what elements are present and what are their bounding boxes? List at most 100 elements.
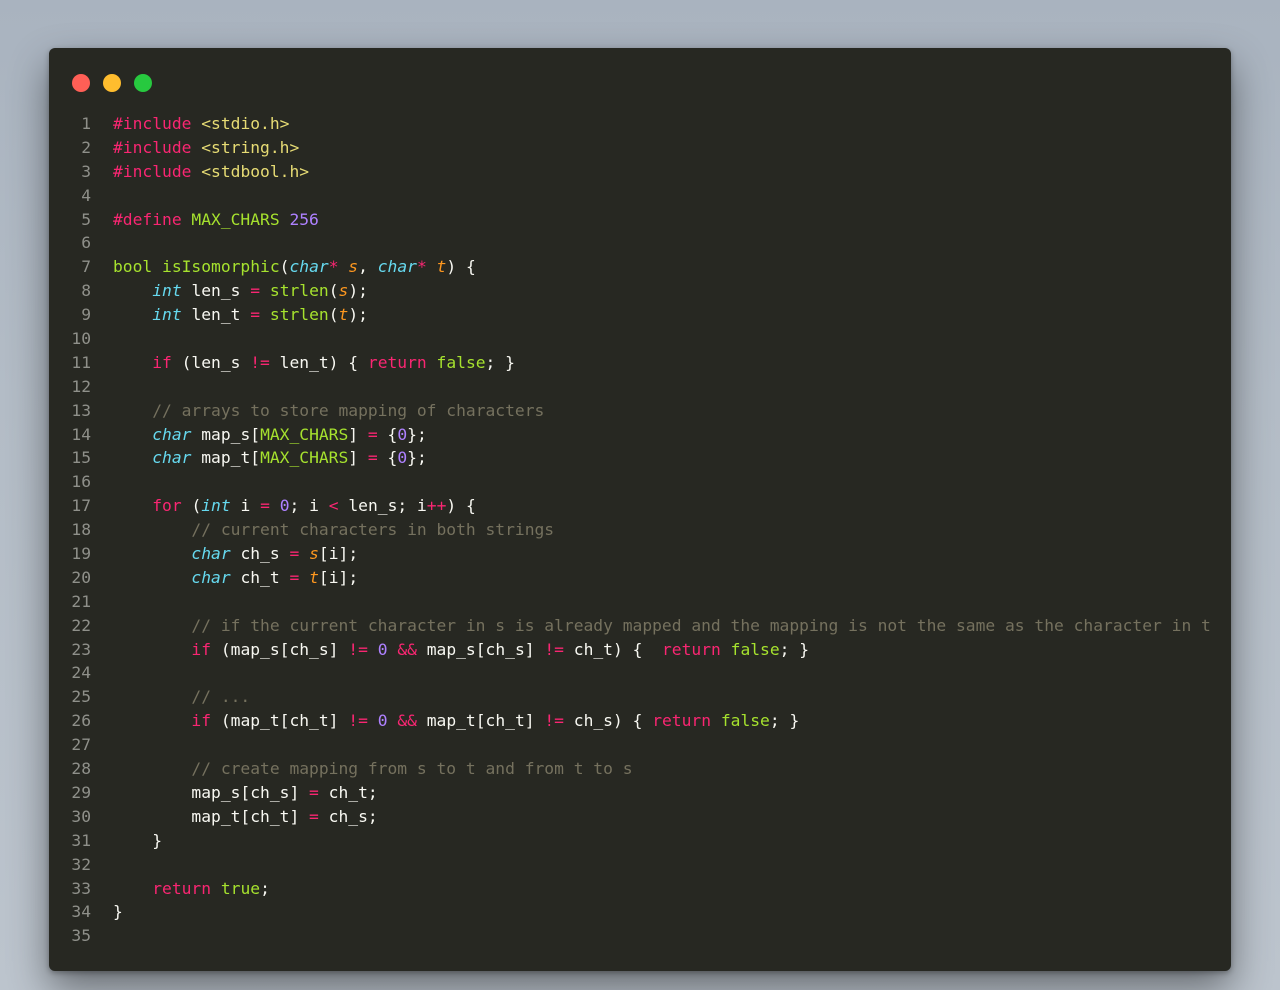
code-token: 0: [397, 424, 408, 444]
code-token: char: [191, 544, 231, 564]
code-token: ch_t) {: [563, 639, 662, 659]
line-number: 28: [71, 759, 91, 779]
code-line: 15 char map_t[MAX_CHARS] = {0};: [49, 446, 1231, 470]
code-token: ch_s;: [318, 806, 378, 826]
code-token: s: [348, 257, 359, 277]
code-editor[interactable]: 1 #include <stdio.h> 2 #include <string.h> 3…: [49, 112, 1231, 948]
line-number: 26: [71, 711, 91, 731]
code-text: // if the current character in s is alre…: [91, 614, 1210, 638]
line-number: 16: [71, 472, 91, 492]
code-token: // arrays to store mapping of characters: [152, 400, 545, 420]
code-token: t: [338, 305, 349, 325]
code-token: ; i: [289, 496, 329, 516]
code-token: ch_t;: [318, 782, 378, 802]
code-text: #include <string.h>: [91, 136, 299, 160]
code-token: bool: [113, 257, 163, 277]
code-text: return true;: [91, 877, 270, 901]
code-text: char map_s[MAX_CHARS] = {0};: [91, 423, 427, 447]
code-token: =: [250, 281, 261, 301]
code-text: #define MAX_CHARS 256: [91, 208, 319, 232]
code-token: char: [289, 257, 329, 277]
code-text: // ...: [91, 685, 250, 709]
code-text: if (len_s != len_t) { return false; }: [91, 351, 515, 375]
line-number: 9: [81, 305, 91, 325]
code-token: false: [730, 639, 780, 659]
code-token: }: [113, 902, 123, 922]
code-token: char: [191, 567, 231, 587]
line-number: 3: [81, 161, 91, 181]
code-line: 3 #include <stdbool.h>: [49, 160, 1231, 184]
code-token: <: [328, 496, 339, 516]
code-line: 16: [49, 470, 1231, 494]
code-line: 31 }: [49, 829, 1231, 853]
code-line: 14 char map_s[MAX_CHARS] = {0};: [49, 423, 1231, 447]
line-number: 11: [71, 352, 91, 372]
code-line: 4: [49, 184, 1231, 208]
code-token: (: [279, 257, 290, 277]
code-token: map_s[ch_s]: [113, 782, 310, 802]
line-number: 20: [71, 567, 91, 587]
code-token: MAX_CHARS: [260, 448, 349, 468]
code-token: if: [191, 639, 212, 659]
line-number: 21: [71, 591, 91, 611]
code-token: t: [436, 257, 447, 277]
code-line: 12: [49, 375, 1231, 399]
code-token: }: [113, 830, 163, 850]
line-number: 27: [71, 735, 91, 755]
code-line: 33 return true;: [49, 877, 1231, 901]
code-token: map_s[ch_s]: [416, 639, 545, 659]
code-text: for (int i = 0; i < len_s; i++) {: [91, 494, 476, 518]
code-token: (: [181, 496, 202, 516]
code-token: t: [309, 567, 319, 587]
code-token: for: [152, 496, 182, 516]
code-token: =: [289, 544, 300, 564]
code-token: =: [309, 806, 319, 826]
code-token: (: [328, 281, 339, 301]
code-token: len_s; i: [338, 496, 427, 516]
code-token: len_t) {: [269, 352, 368, 372]
line-number: 8: [81, 281, 91, 301]
code-token: !=: [250, 352, 270, 372]
minimize-window-button[interactable]: [103, 74, 121, 92]
code-token: ) {: [446, 496, 476, 516]
code-line: 5 #define MAX_CHARS 256: [49, 208, 1231, 232]
code-token: ch_s: [230, 544, 290, 564]
code-token: &&: [397, 639, 417, 659]
code-token: );: [348, 281, 368, 301]
code-token: ]: [348, 424, 368, 444]
line-number: 32: [71, 854, 91, 874]
line-number: 12: [71, 376, 91, 396]
code-token: ch_s) {: [563, 711, 653, 731]
code-token: len_s: [181, 281, 251, 301]
line-number: 30: [71, 806, 91, 826]
code-token: <stdbool.h>: [201, 161, 310, 181]
code-token: strlen: [269, 281, 329, 301]
code-line: 23 if (map_s[ch_s] != 0 && map_s[ch_s] !…: [49, 638, 1231, 662]
code-line: 35: [49, 924, 1231, 948]
line-number: 14: [71, 424, 91, 444]
code-line: 17 for (int i = 0; i < len_s; i++) {: [49, 494, 1231, 518]
close-window-button[interactable]: [72, 74, 90, 92]
code-line: 20 char ch_t = t[i];: [49, 566, 1231, 590]
line-number: 5: [81, 209, 91, 229]
zoom-window-button[interactable]: [134, 74, 152, 92]
code-token: ; }: [779, 639, 810, 659]
code-text: }: [91, 900, 123, 924]
code-token: char: [377, 257, 417, 277]
code-token: };: [407, 448, 427, 468]
code-token: (map_s[ch_s]: [211, 639, 349, 659]
code-token: ch_t: [230, 567, 290, 587]
